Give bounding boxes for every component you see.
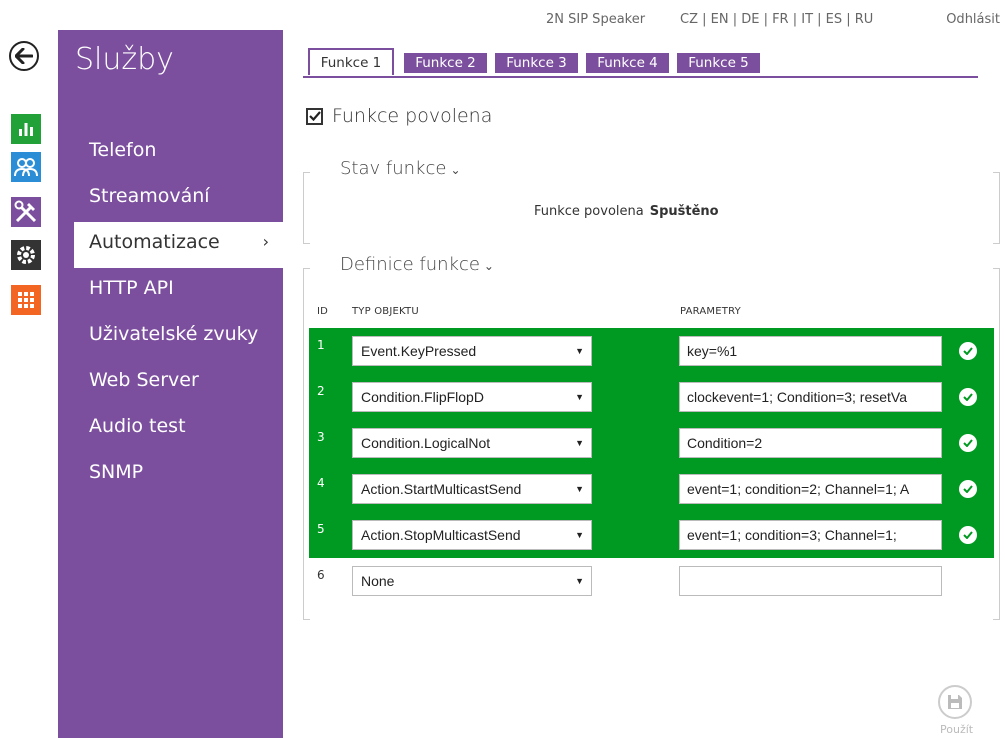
parameters-input[interactable]: key=%1 xyxy=(679,336,942,366)
column-header-id: ID xyxy=(317,306,329,317)
sidebar-item-label: Telefon xyxy=(89,139,157,161)
table-row: 4 Action.StartMulticastSend ▼ event=1; co… xyxy=(309,466,994,512)
select-value: Condition.FlipFlopD xyxy=(361,389,484,405)
table-row: 2 Condition.FlipFlopD ▼ clockevent=1; Con… xyxy=(309,374,994,420)
sidebar-item-label: Audio test xyxy=(89,415,186,437)
chevron-down-icon: ⌄ xyxy=(483,259,494,273)
sidebar-item-label: SNMP xyxy=(89,461,144,483)
dropdown-arrow-icon: ▼ xyxy=(575,484,584,494)
table-row: 3 Condition.LogicalNot ▼ Condition=2 xyxy=(309,420,994,466)
sidebar-item-automatizace[interactable]: Automatizace › xyxy=(74,222,283,268)
sidebar-item-label: HTTP API xyxy=(89,277,174,299)
sidebar-nav: Telefon Streamování Automatizace › HTTP A… xyxy=(58,130,283,498)
function-tabs: Funkce 1 Funkce 2 Funkce 3 Funkce 4 Funk… xyxy=(303,48,978,78)
section-title-text: Definice funkce xyxy=(340,254,480,275)
users-icon[interactable] xyxy=(11,152,41,182)
dropdown-arrow-icon: ▼ xyxy=(575,576,584,586)
system-icon[interactable] xyxy=(11,285,41,315)
parameters-input[interactable]: event=1; condition=3; Channel=1; xyxy=(679,520,942,550)
object-type-select[interactable]: Action.StartMulticastSend ▼ xyxy=(352,474,592,504)
status-line: Funkce povolena Spuštěno xyxy=(534,204,719,219)
dropdown-arrow-icon: ▼ xyxy=(575,530,584,540)
status-section-title[interactable]: Stav funkce ⌄ xyxy=(336,158,465,179)
tab-funkce-5[interactable]: Funkce 5 xyxy=(677,53,760,73)
tab-funkce-1[interactable]: Funkce 1 xyxy=(308,48,394,75)
dropdown-arrow-icon: ▼ xyxy=(575,346,584,356)
section-title-text: Stav funkce xyxy=(340,158,447,179)
hardware-icon[interactable] xyxy=(11,240,41,270)
column-header-params: PARAMETRY xyxy=(680,306,741,317)
select-value: None xyxy=(361,573,395,589)
back-button[interactable] xyxy=(9,41,39,71)
device-name: 2N SIP Speaker xyxy=(546,12,646,27)
logout-link[interactable]: Odhlásit xyxy=(946,12,1000,27)
arrow-left-icon xyxy=(15,48,33,64)
dropdown-arrow-icon: ▼ xyxy=(575,438,584,448)
row-id: 2 xyxy=(317,384,325,398)
dropdown-arrow-icon: ▼ xyxy=(575,392,584,402)
parameters-input[interactable]: clockevent=1; Condition=3; resetVa xyxy=(679,382,942,412)
object-type-select[interactable]: Condition.LogicalNot ▼ xyxy=(352,428,592,458)
check-circle-icon xyxy=(959,480,977,498)
definition-section-title[interactable]: Definice funkce ⌄ xyxy=(336,254,498,275)
table-row: 1 Event.KeyPressed ▼ key=%1 xyxy=(309,328,994,374)
sidebar-item-label: Web Server xyxy=(89,369,199,391)
check-circle-icon xyxy=(959,526,977,544)
top-bar: 2N SIP Speaker CZ | EN | DE | FR | IT | … xyxy=(0,10,1005,30)
status-label: Funkce povolena xyxy=(534,204,644,219)
object-type-select[interactable]: Action.StopMulticastSend ▼ xyxy=(352,520,592,550)
table-row: 6 None ▼ xyxy=(309,558,994,604)
row-id: 4 xyxy=(317,476,325,490)
tab-funkce-2[interactable]: Funkce 2 xyxy=(404,53,487,73)
function-enabled-label: Funkce povolena xyxy=(332,105,493,127)
services-icon[interactable] xyxy=(11,197,41,227)
chevron-down-icon: ⌄ xyxy=(450,163,461,177)
select-value: Condition.LogicalNot xyxy=(361,435,491,451)
checkmark-icon xyxy=(308,111,321,121)
tab-funkce-4[interactable]: Funkce 4 xyxy=(586,53,669,73)
select-value: Event.KeyPressed xyxy=(361,343,477,359)
status-icon[interactable] xyxy=(11,114,41,144)
parameters-input[interactable]: event=1; condition=2; Channel=1; A xyxy=(679,474,942,504)
sidebar-item-uzivatelske-zvuky[interactable]: Uživatelské zvuky xyxy=(58,314,283,360)
table-row: 5 Action.StopMulticastSend ▼ event=1; con… xyxy=(309,512,994,558)
definition-section: Definice funkce ⌄ ID TYP OBJEKTU PARAMETR… xyxy=(303,254,1000,620)
sidebar-item-http-api[interactable]: HTTP API xyxy=(58,268,283,314)
sidebar-item-snmp[interactable]: SNMP xyxy=(58,452,283,498)
tab-funkce-3[interactable]: Funkce 3 xyxy=(495,53,578,73)
sidebar-item-label: Streamování xyxy=(89,185,210,207)
save-button[interactable] xyxy=(938,685,972,719)
column-header-type: TYP OBJEKTU xyxy=(352,306,419,317)
save-label: Použít xyxy=(940,723,974,736)
sidebar-item-label: Uživatelské zvuky xyxy=(89,323,259,345)
sidebar-item-audio-test[interactable]: Audio test xyxy=(58,406,283,452)
object-type-select[interactable]: Event.KeyPressed ▼ xyxy=(352,336,592,366)
select-value: Action.StartMulticastSend xyxy=(361,481,522,497)
status-value: Spuštěno xyxy=(649,204,719,219)
row-id: 5 xyxy=(317,522,325,536)
object-type-select[interactable]: Condition.FlipFlopD ▼ xyxy=(352,382,592,412)
sidebar-title: Služby xyxy=(75,42,174,77)
function-enabled-row: Funkce povolena xyxy=(306,104,492,128)
row-id: 6 xyxy=(317,568,325,582)
check-circle-icon xyxy=(959,342,977,360)
object-type-select[interactable]: None ▼ xyxy=(352,566,592,596)
check-circle-icon xyxy=(959,434,977,452)
parameters-input[interactable]: Condition=2 xyxy=(679,428,942,458)
function-enabled-checkbox[interactable] xyxy=(306,107,323,125)
select-value: Action.StopMulticastSend xyxy=(361,527,521,543)
sidebar: Služby Telefon Streamování Automatizace ›… xyxy=(58,30,283,738)
row-id: 3 xyxy=(317,430,325,444)
language-selector[interactable]: CZ | EN | DE | FR | IT | ES | RU xyxy=(680,12,873,27)
check-circle-icon xyxy=(959,388,977,406)
row-id: 1 xyxy=(317,338,325,352)
floppy-disk-icon xyxy=(948,695,962,709)
sidebar-item-streamovani[interactable]: Streamování xyxy=(58,176,283,222)
sidebar-item-telefon[interactable]: Telefon xyxy=(58,130,283,176)
sidebar-item-label: Automatizace xyxy=(89,231,220,253)
sidebar-item-web-server[interactable]: Web Server xyxy=(58,360,283,406)
parameters-input[interactable] xyxy=(679,566,942,596)
chevron-right-icon: › xyxy=(262,232,269,251)
status-section: Stav funkce ⌄ Funkce povolena Spuštěno xyxy=(303,158,1000,244)
